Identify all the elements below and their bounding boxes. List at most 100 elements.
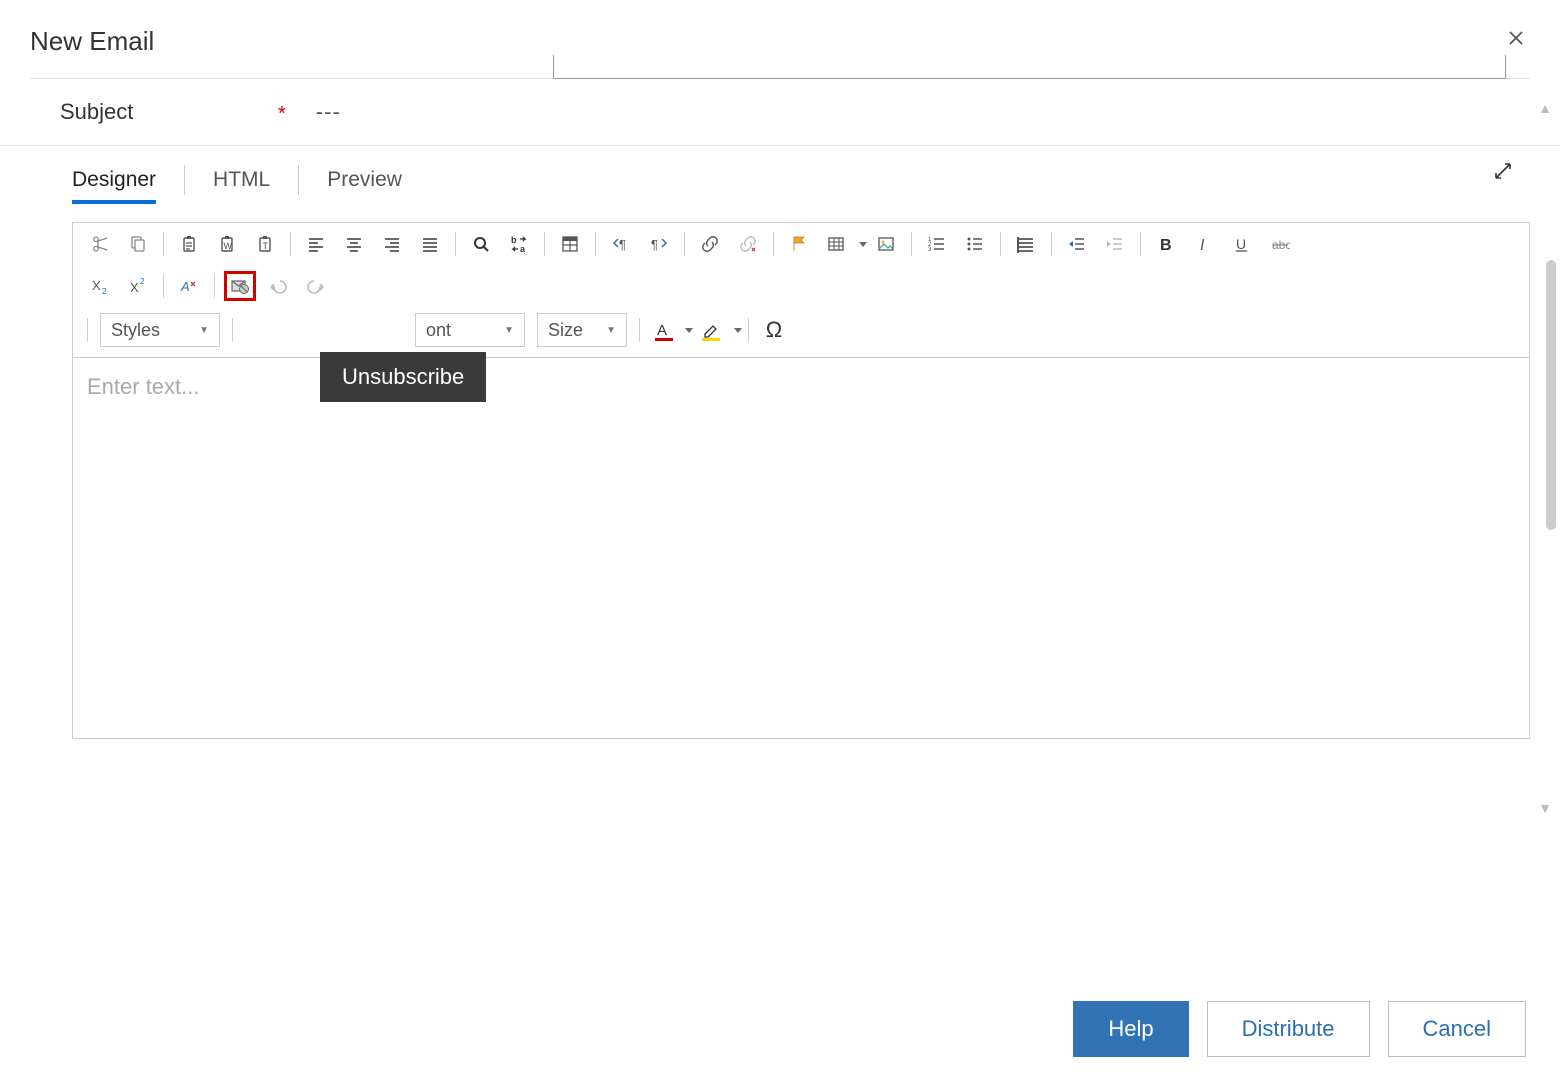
ltr-button[interactable]: ¶ xyxy=(605,229,637,259)
bullet-list-icon xyxy=(965,234,985,254)
toolbar-separator xyxy=(1140,232,1141,256)
table-icon xyxy=(827,234,847,254)
ltr-icon: ¶ xyxy=(611,234,631,254)
chevron-down-icon: ▼ xyxy=(606,325,616,336)
blockquote-button[interactable] xyxy=(1010,229,1042,259)
indent-button[interactable] xyxy=(1061,229,1093,259)
scroll-down-arrow[interactable]: ▼ xyxy=(1538,800,1552,816)
bold-button[interactable]: B xyxy=(1150,229,1182,259)
dialog-title: New Email xyxy=(30,26,154,57)
required-star: * xyxy=(278,103,286,126)
special-char-button[interactable]: Ω xyxy=(758,315,790,345)
prev-field-stub[interactable] xyxy=(553,55,1506,79)
svg-text:¶: ¶ xyxy=(619,237,626,252)
paste-from-word-icon: W xyxy=(217,234,237,254)
svg-text:W: W xyxy=(224,241,233,251)
replace-button[interactable]: ba xyxy=(503,229,535,259)
tab-html[interactable]: HTML xyxy=(213,158,270,202)
cancel-button[interactable]: Cancel xyxy=(1388,1001,1526,1057)
paste-plain-text-icon: T xyxy=(255,234,275,254)
underline-button[interactable]: U xyxy=(1226,229,1258,259)
tab-preview[interactable]: Preview xyxy=(327,158,402,202)
styles-dropdown[interactable]: Styles ▼ xyxy=(100,313,220,347)
size-dropdown[interactable]: Size ▼ xyxy=(537,313,627,347)
indent-icon xyxy=(1067,234,1087,254)
image-icon xyxy=(876,234,896,254)
align-right-button[interactable] xyxy=(376,229,408,259)
numbered-list-button[interactable]: 123 xyxy=(921,229,953,259)
align-justify-button[interactable] xyxy=(414,229,446,259)
paste-icon xyxy=(179,234,199,254)
omega-icon: Ω xyxy=(766,317,782,343)
copy-button[interactable] xyxy=(122,229,154,259)
image-button[interactable] xyxy=(870,229,902,259)
italic-button[interactable]: I xyxy=(1188,229,1220,259)
scroll-up-arrow[interactable]: ▲ xyxy=(1538,100,1552,116)
toolbar-separator xyxy=(87,318,88,342)
expand-button[interactable] xyxy=(1492,160,1514,187)
paste-plain-text-button[interactable]: T xyxy=(249,229,281,259)
italic-icon: I xyxy=(1194,234,1214,254)
font-dropdown[interactable]: ont ▼ xyxy=(415,313,525,347)
size-label: Size xyxy=(548,320,583,341)
unsubscribe-icon xyxy=(230,276,250,296)
tabs: Designer HTML Preview xyxy=(0,146,1560,202)
table-button[interactable] xyxy=(821,229,853,259)
help-button[interactable]: Help xyxy=(1073,1001,1188,1057)
rtl-icon: ¶ xyxy=(649,234,669,254)
superscript-button[interactable]: X2 xyxy=(122,271,154,301)
scrollbar-thumb[interactable] xyxy=(1546,260,1556,530)
toolbar-separator xyxy=(163,274,164,298)
strikethrough-button[interactable]: abc xyxy=(1264,229,1296,259)
paste-from-word-button[interactable]: W xyxy=(211,229,243,259)
svg-text:2: 2 xyxy=(102,287,107,296)
bullet-list-button[interactable] xyxy=(959,229,991,259)
subject-value[interactable]: --- xyxy=(316,99,341,125)
editor-body[interactable]: Enter text... xyxy=(73,358,1529,738)
svg-text:U: U xyxy=(1236,236,1246,252)
chevron-down-icon[interactable] xyxy=(859,242,867,247)
svg-text:X: X xyxy=(92,278,101,293)
chevron-down-icon[interactable] xyxy=(734,328,742,333)
subscript-button[interactable]: X2 xyxy=(84,271,116,301)
align-center-button[interactable] xyxy=(338,229,370,259)
undo-icon xyxy=(268,276,288,296)
toolbar-separator xyxy=(911,232,912,256)
align-right-icon xyxy=(382,234,402,254)
unsubscribe-button[interactable] xyxy=(224,271,256,301)
tab-sep xyxy=(298,165,299,195)
cut-icon xyxy=(90,234,110,254)
subject-label: Subject xyxy=(60,99,278,125)
link-button[interactable] xyxy=(694,229,726,259)
remove-format-icon: A xyxy=(179,276,199,296)
numbered-list-icon: 123 xyxy=(927,234,947,254)
toolbar-separator xyxy=(214,274,215,298)
unlink-button xyxy=(732,229,764,259)
styles-label: Styles xyxy=(111,320,160,341)
distribute-button[interactable]: Distribute xyxy=(1207,1001,1370,1057)
highlight-color-button[interactable] xyxy=(696,315,728,345)
find-button[interactable] xyxy=(465,229,497,259)
rtl-button[interactable]: ¶ xyxy=(643,229,675,259)
remove-format-button[interactable]: A xyxy=(173,271,205,301)
cut-button[interactable] xyxy=(84,229,116,259)
paste-button[interactable] xyxy=(173,229,205,259)
templates-button[interactable] xyxy=(554,229,586,259)
align-left-button[interactable] xyxy=(300,229,332,259)
editor: WTba¶¶123BIUabc X2X2A Styles ▼ ont ▼ Siz… xyxy=(72,222,1530,739)
close-button[interactable] xyxy=(1502,24,1530,58)
anchor-flag-button[interactable] xyxy=(783,229,815,259)
tab-sep xyxy=(184,165,185,195)
font-color-button[interactable]: A xyxy=(649,315,679,345)
svg-text:3: 3 xyxy=(928,247,932,253)
font-stub-label: ont xyxy=(426,320,451,341)
replace-icon: ba xyxy=(509,234,529,254)
chevron-down-icon[interactable] xyxy=(685,328,693,333)
toolbar-separator xyxy=(595,232,596,256)
svg-text:T: T xyxy=(263,241,269,251)
toolbar-separator xyxy=(639,318,640,342)
redo-icon xyxy=(306,276,326,296)
toolbar-separator xyxy=(773,232,774,256)
svg-text:¶: ¶ xyxy=(651,237,658,252)
tab-designer[interactable]: Designer xyxy=(72,158,156,202)
